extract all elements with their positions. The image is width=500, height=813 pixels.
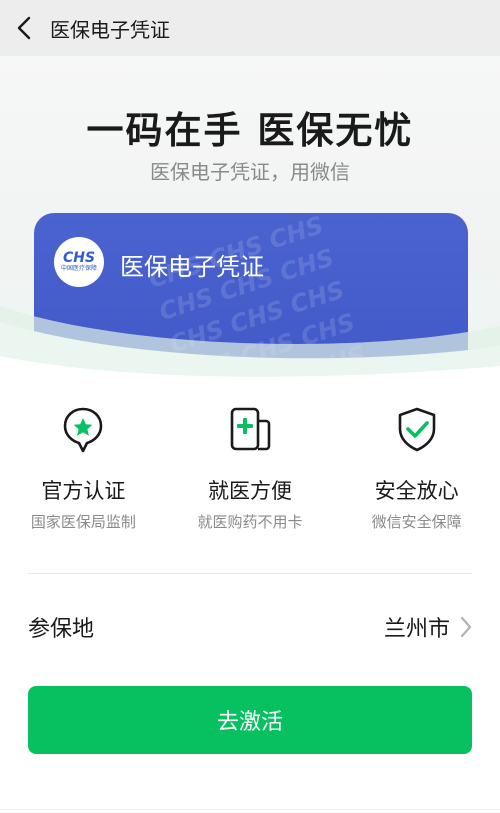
activate-button[interactable]: 去激活	[28, 686, 472, 754]
logo-mark: CHS	[62, 250, 96, 266]
hero-title: 一码在手 医保无忧	[86, 109, 414, 152]
feature-title: 就医方便	[207, 479, 292, 503]
region-value-group: 兰州市	[384, 611, 472, 643]
region-value: 兰州市	[383, 617, 450, 642]
feature-title: 官方认证	[41, 479, 126, 503]
feature-subtitle: 国家医保局监制	[30, 513, 136, 531]
region-label: 参保地	[28, 617, 95, 642]
feature-title: 安全放心	[374, 479, 459, 503]
logo-subtext: 中国医疗保障	[60, 265, 97, 272]
chevron-right-icon	[460, 616, 472, 638]
hero-subtitle: 医保电子凭证，用微信	[150, 160, 350, 184]
hero-banner: 一码在手 医保无忧 医保电子凭证，用微信 CHS CHS CHS CHS CHS…	[0, 56, 500, 386]
feature-secure: 安全放心 微信安全保障	[333, 400, 500, 540]
back-button[interactable]	[0, 0, 48, 56]
wave-decoration	[0, 306, 500, 386]
bottom-divider	[0, 809, 500, 810]
medical-card-icon	[230, 407, 271, 451]
chs-logo: CHS 中国医疗保障	[54, 237, 104, 287]
feature-list: 官方认证 国家医保局监制 就医方便 就医购药不用卡 安全放心 微信安全保障	[0, 400, 500, 540]
feature-subtitle: 就医购药不用卡	[197, 513, 303, 531]
star-badge-icon	[64, 407, 103, 453]
feature-official: 官方认证 国家医保局监制	[0, 400, 167, 540]
nav-bar: 医保电子凭证	[0, 0, 500, 56]
card-title: 医保电子凭证	[120, 253, 264, 281]
region-selector[interactable]: 参保地 兰州市	[28, 600, 472, 654]
feature-subtitle: 微信安全保障	[371, 513, 462, 531]
feature-convenient: 就医方便 就医购药不用卡	[167, 400, 334, 540]
nav-title: 医保电子凭证	[50, 17, 170, 42]
divider	[28, 573, 472, 574]
shield-check-icon	[398, 407, 435, 452]
chevron-left-icon	[17, 16, 31, 40]
